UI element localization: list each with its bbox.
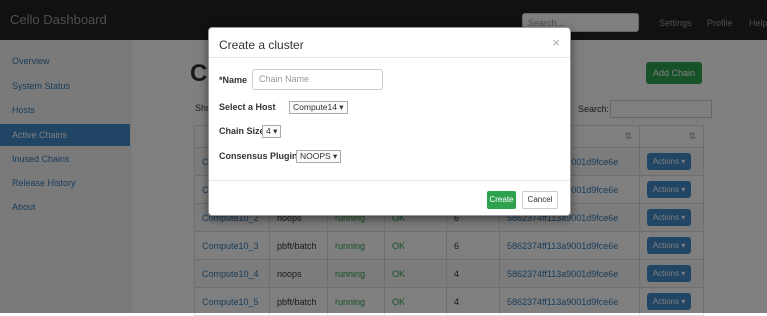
consensus-plugin-label: Consensus Plugin — [219, 151, 298, 161]
chain-size-select[interactable]: 4 ▾ — [262, 125, 282, 138]
create-cluster-modal: Create a cluster × *Name Chain Name Sele… — [208, 27, 571, 216]
cancel-button[interactable]: Cancel — [522, 191, 558, 209]
chain-size-label: Chain Size — [219, 126, 265, 136]
modal-footer-divider — [209, 180, 570, 181]
close-icon[interactable]: × — [552, 35, 560, 50]
modal-header-divider — [209, 57, 570, 58]
host-select[interactable]: Compute14 ▾ — [289, 101, 348, 114]
chain-name-input[interactable]: Chain Name — [252, 69, 383, 90]
consensus-plugin-select[interactable]: NOOPS ▾ — [296, 150, 342, 163]
modal-title: Create a cluster — [219, 38, 304, 52]
host-select-label: Select a Host — [219, 102, 276, 112]
create-button[interactable]: Create — [487, 191, 516, 209]
name-field-label: *Name — [219, 75, 248, 85]
